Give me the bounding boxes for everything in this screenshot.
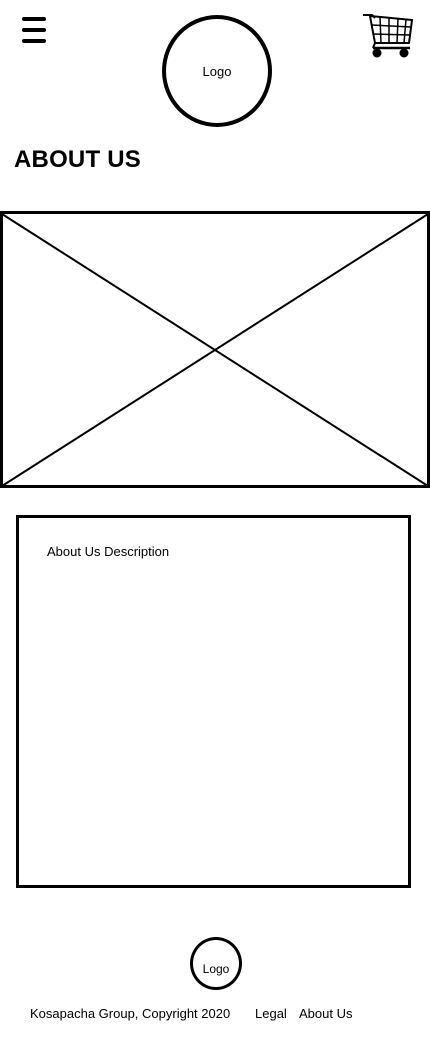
shopping-cart-icon[interactable] (362, 12, 416, 62)
footer-link-legal[interactable]: Legal (255, 1006, 287, 1021)
image-placeholder-icon (0, 211, 430, 488)
header-logo[interactable]: Logo (162, 15, 272, 127)
copyright-text: Kosapacha Group, Copyright 2020 (30, 1006, 231, 1021)
about-description-text: About Us Description (47, 544, 170, 559)
footer-logo[interactable]: Logo (190, 937, 242, 990)
footer-link-about-us[interactable]: About Us (299, 1006, 352, 1021)
page-title: ABOUT US (14, 146, 141, 173)
footer-logo-text: Logo (202, 962, 230, 976)
about-description-box (16, 515, 411, 888)
header-logo-text: Logo (202, 63, 232, 79)
hamburger-menu-icon[interactable] (22, 17, 46, 45)
